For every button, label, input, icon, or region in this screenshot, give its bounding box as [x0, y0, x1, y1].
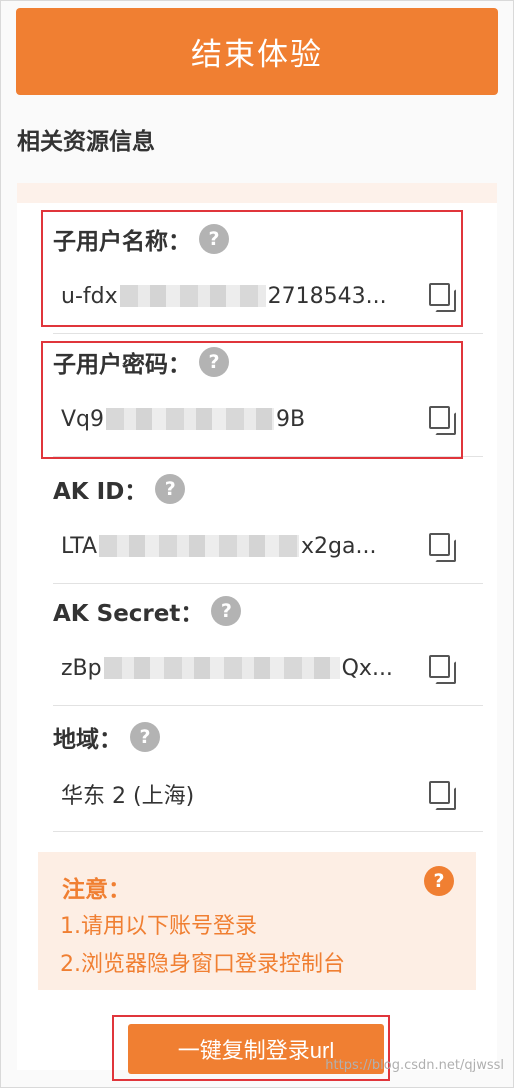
- divider: [53, 705, 483, 706]
- field-label: 地域： ?: [53, 719, 160, 755]
- notice-line-2: 2.浏览器隐身窗口登录控制台: [60, 952, 345, 977]
- value-text: 华东 2 (上海): [61, 784, 195, 809]
- copy-icon[interactable]: [429, 781, 456, 810]
- copy-icon[interactable]: [429, 533, 456, 562]
- highlight-box-password: [41, 341, 463, 459]
- card-top-strip: [17, 183, 497, 203]
- field-value: 华东 2 (上海): [61, 776, 411, 812]
- watermark: https://blog.csdn.net/qjwssl: [325, 1058, 504, 1073]
- field-value: zBp Qx...: [61, 650, 411, 686]
- masked-text: [103, 657, 340, 679]
- notice-line-1: 1.请用以下账号登录: [60, 914, 257, 939]
- field-label-text: AK Secret：: [53, 601, 204, 627]
- help-icon[interactable]: ?: [424, 866, 454, 896]
- field-label: AK ID： ?: [53, 471, 186, 507]
- value-suffix: x2ga...: [301, 533, 377, 559]
- help-icon[interactable]: ?: [211, 596, 242, 626]
- value-prefix: LTA: [61, 533, 98, 559]
- help-icon[interactable]: ?: [130, 722, 160, 752]
- copy-icon[interactable]: [429, 655, 456, 684]
- masked-text: [99, 535, 300, 557]
- section-title: 相关资源信息: [17, 129, 155, 155]
- field-label: AK Secret： ?: [53, 593, 242, 629]
- field-value: LTA x2ga...: [61, 528, 411, 564]
- help-icon[interactable]: ?: [155, 474, 186, 504]
- notice-title: 注意：: [62, 877, 131, 903]
- notice-box: 注意： ? 1.请用以下账号登录 2.浏览器隐身窗口登录控制台: [38, 852, 476, 990]
- divider: [53, 831, 483, 832]
- field-label-text: AK ID：: [53, 479, 148, 505]
- value-suffix: Qx...: [341, 655, 393, 681]
- value-prefix: zBp: [61, 655, 102, 681]
- end-experience-button[interactable]: 结束体验: [16, 8, 498, 95]
- divider: [53, 333, 483, 334]
- field-label-text: 地域：: [53, 727, 122, 753]
- highlight-box-username: [41, 210, 463, 327]
- divider: [53, 583, 483, 584]
